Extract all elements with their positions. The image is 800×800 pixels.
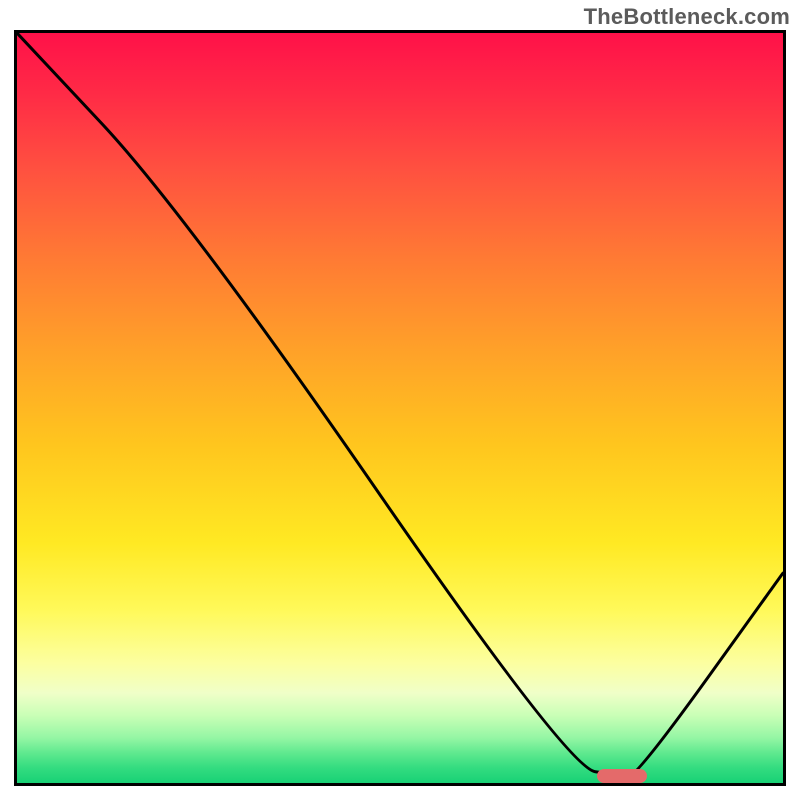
chart-frame: TheBottleneck.com	[0, 0, 800, 800]
watermark-text: TheBottleneck.com	[584, 4, 790, 30]
minimum-marker	[597, 769, 647, 783]
plot-area	[14, 30, 786, 786]
bottleneck-curve	[17, 33, 783, 783]
